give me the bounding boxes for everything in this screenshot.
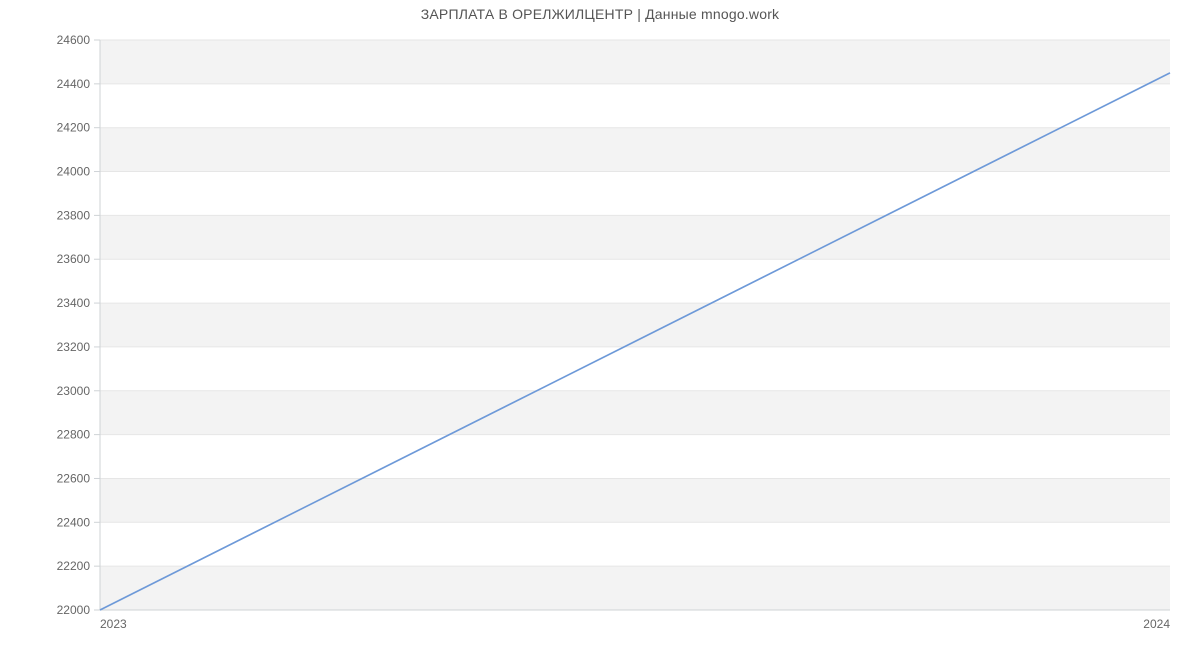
grid-band — [100, 40, 1170, 84]
y-tick-label: 23000 — [57, 384, 91, 398]
y-tick-label: 22800 — [57, 428, 91, 442]
x-tick-label: 2023 — [100, 617, 127, 631]
y-tick-label: 22600 — [57, 471, 91, 485]
grid-band — [100, 215, 1170, 259]
y-tick-label: 23800 — [57, 208, 91, 222]
y-tick-label: 24000 — [57, 165, 91, 179]
chart-title: ЗАРПЛАТА В ОРЕЛЖИЛЦЕНТР | Данные mnogo.w… — [0, 6, 1200, 22]
y-tick-label: 23400 — [57, 296, 91, 310]
grid-band — [100, 391, 1170, 435]
y-tick-label: 22400 — [57, 515, 91, 529]
chart-svg: 22000 22200 22400 22600 22800 23000 23200 23400… — [0, 0, 1200, 650]
x-tick-label: 2024 — [1143, 617, 1170, 631]
grid-band — [100, 128, 1170, 172]
y-tick-label: 23200 — [57, 340, 91, 354]
y-tick-label: 24600 — [57, 33, 91, 47]
y-tick-label: 24400 — [57, 77, 91, 91]
y-tick-label: 23600 — [57, 252, 91, 266]
grid-band — [100, 478, 1170, 522]
y-tick-label: 22200 — [57, 559, 91, 573]
chart-container: ЗАРПЛАТА В ОРЕЛЖИЛЦЕНТР | Данные mnogo.w… — [0, 0, 1200, 650]
y-tick-label: 24200 — [57, 121, 91, 135]
grid-band — [100, 303, 1170, 347]
grid-band — [100, 566, 1170, 610]
y-tick-label: 22000 — [57, 603, 91, 617]
